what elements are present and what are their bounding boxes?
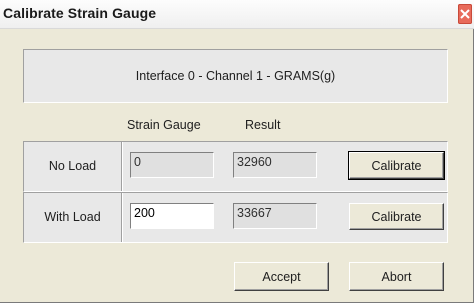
with-load-calibrate-button[interactable]: Calibrate	[349, 203, 444, 230]
no-load-strain-gauge-field: 0	[130, 152, 214, 178]
interface-info-panel: Interface 0 - Channel 1 - GRAMS(g)	[23, 49, 448, 103]
row-divider	[121, 142, 123, 191]
interface-channel-label: Interface 0 - Channel 1 - GRAMS(g)	[135, 69, 336, 83]
calibrate-strain-gauge-dialog: Calibrate Strain Gauge Interface 0 - Cha…	[0, 0, 474, 303]
title-bar[interactable]: Calibrate Strain Gauge	[0, 0, 474, 29]
accept-button[interactable]: Accept	[234, 262, 329, 291]
strain-gauge-column-header: Strain Gauge	[127, 118, 201, 132]
close-icon	[460, 9, 470, 19]
abort-button[interactable]: Abort	[349, 262, 444, 291]
no-load-row: No Load 0 32960 Calibrate	[23, 141, 448, 192]
with-load-result-field: 33667	[233, 203, 317, 229]
with-load-row: With Load 200 33667 Calibrate	[23, 192, 448, 243]
with-load-label: With Load	[44, 210, 101, 224]
no-load-result-field: 32960	[233, 152, 317, 178]
no-load-calibrate-button[interactable]: Calibrate	[348, 151, 445, 180]
no-load-label: No Load	[48, 159, 97, 173]
with-load-strain-gauge-input[interactable]: 200	[130, 203, 214, 229]
window-title: Calibrate Strain Gauge	[3, 5, 157, 21]
result-column-header: Result	[245, 118, 281, 132]
close-button[interactable]	[458, 4, 472, 24]
row-divider	[121, 193, 123, 242]
